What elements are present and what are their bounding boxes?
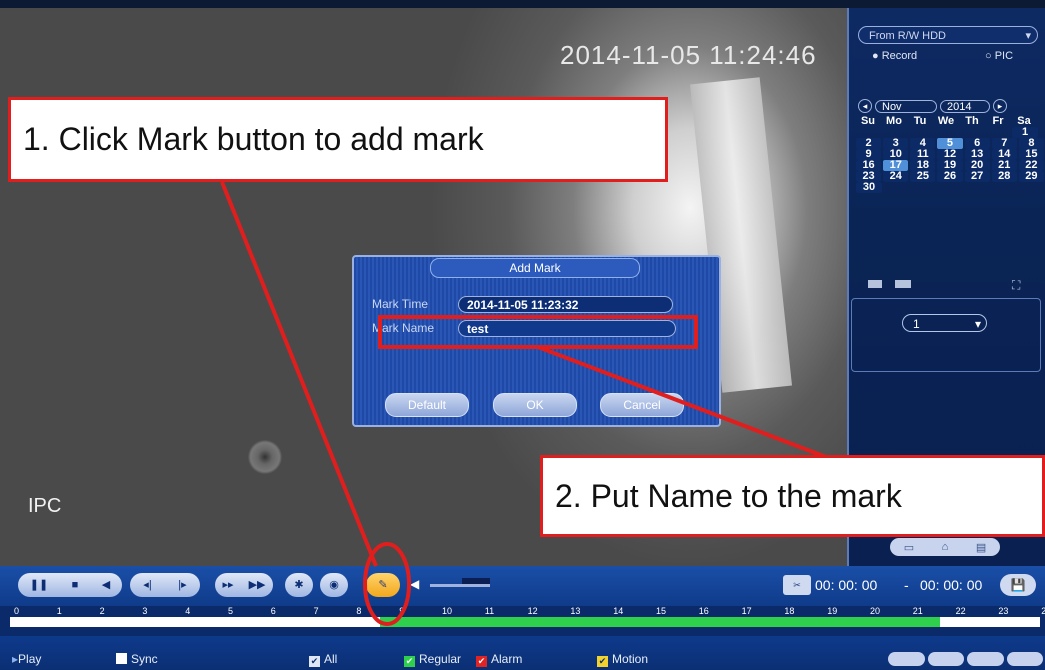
mark-button-highlight [363,542,411,626]
callout-put-name: 2. Put Name to the mark [540,455,1045,537]
callout2-arrow-line [537,345,861,472]
callout-click-mark: 1. Click Mark button to add mark [8,97,668,182]
mark-name-highlight [378,315,698,349]
callout1-arrow-line [220,181,378,567]
